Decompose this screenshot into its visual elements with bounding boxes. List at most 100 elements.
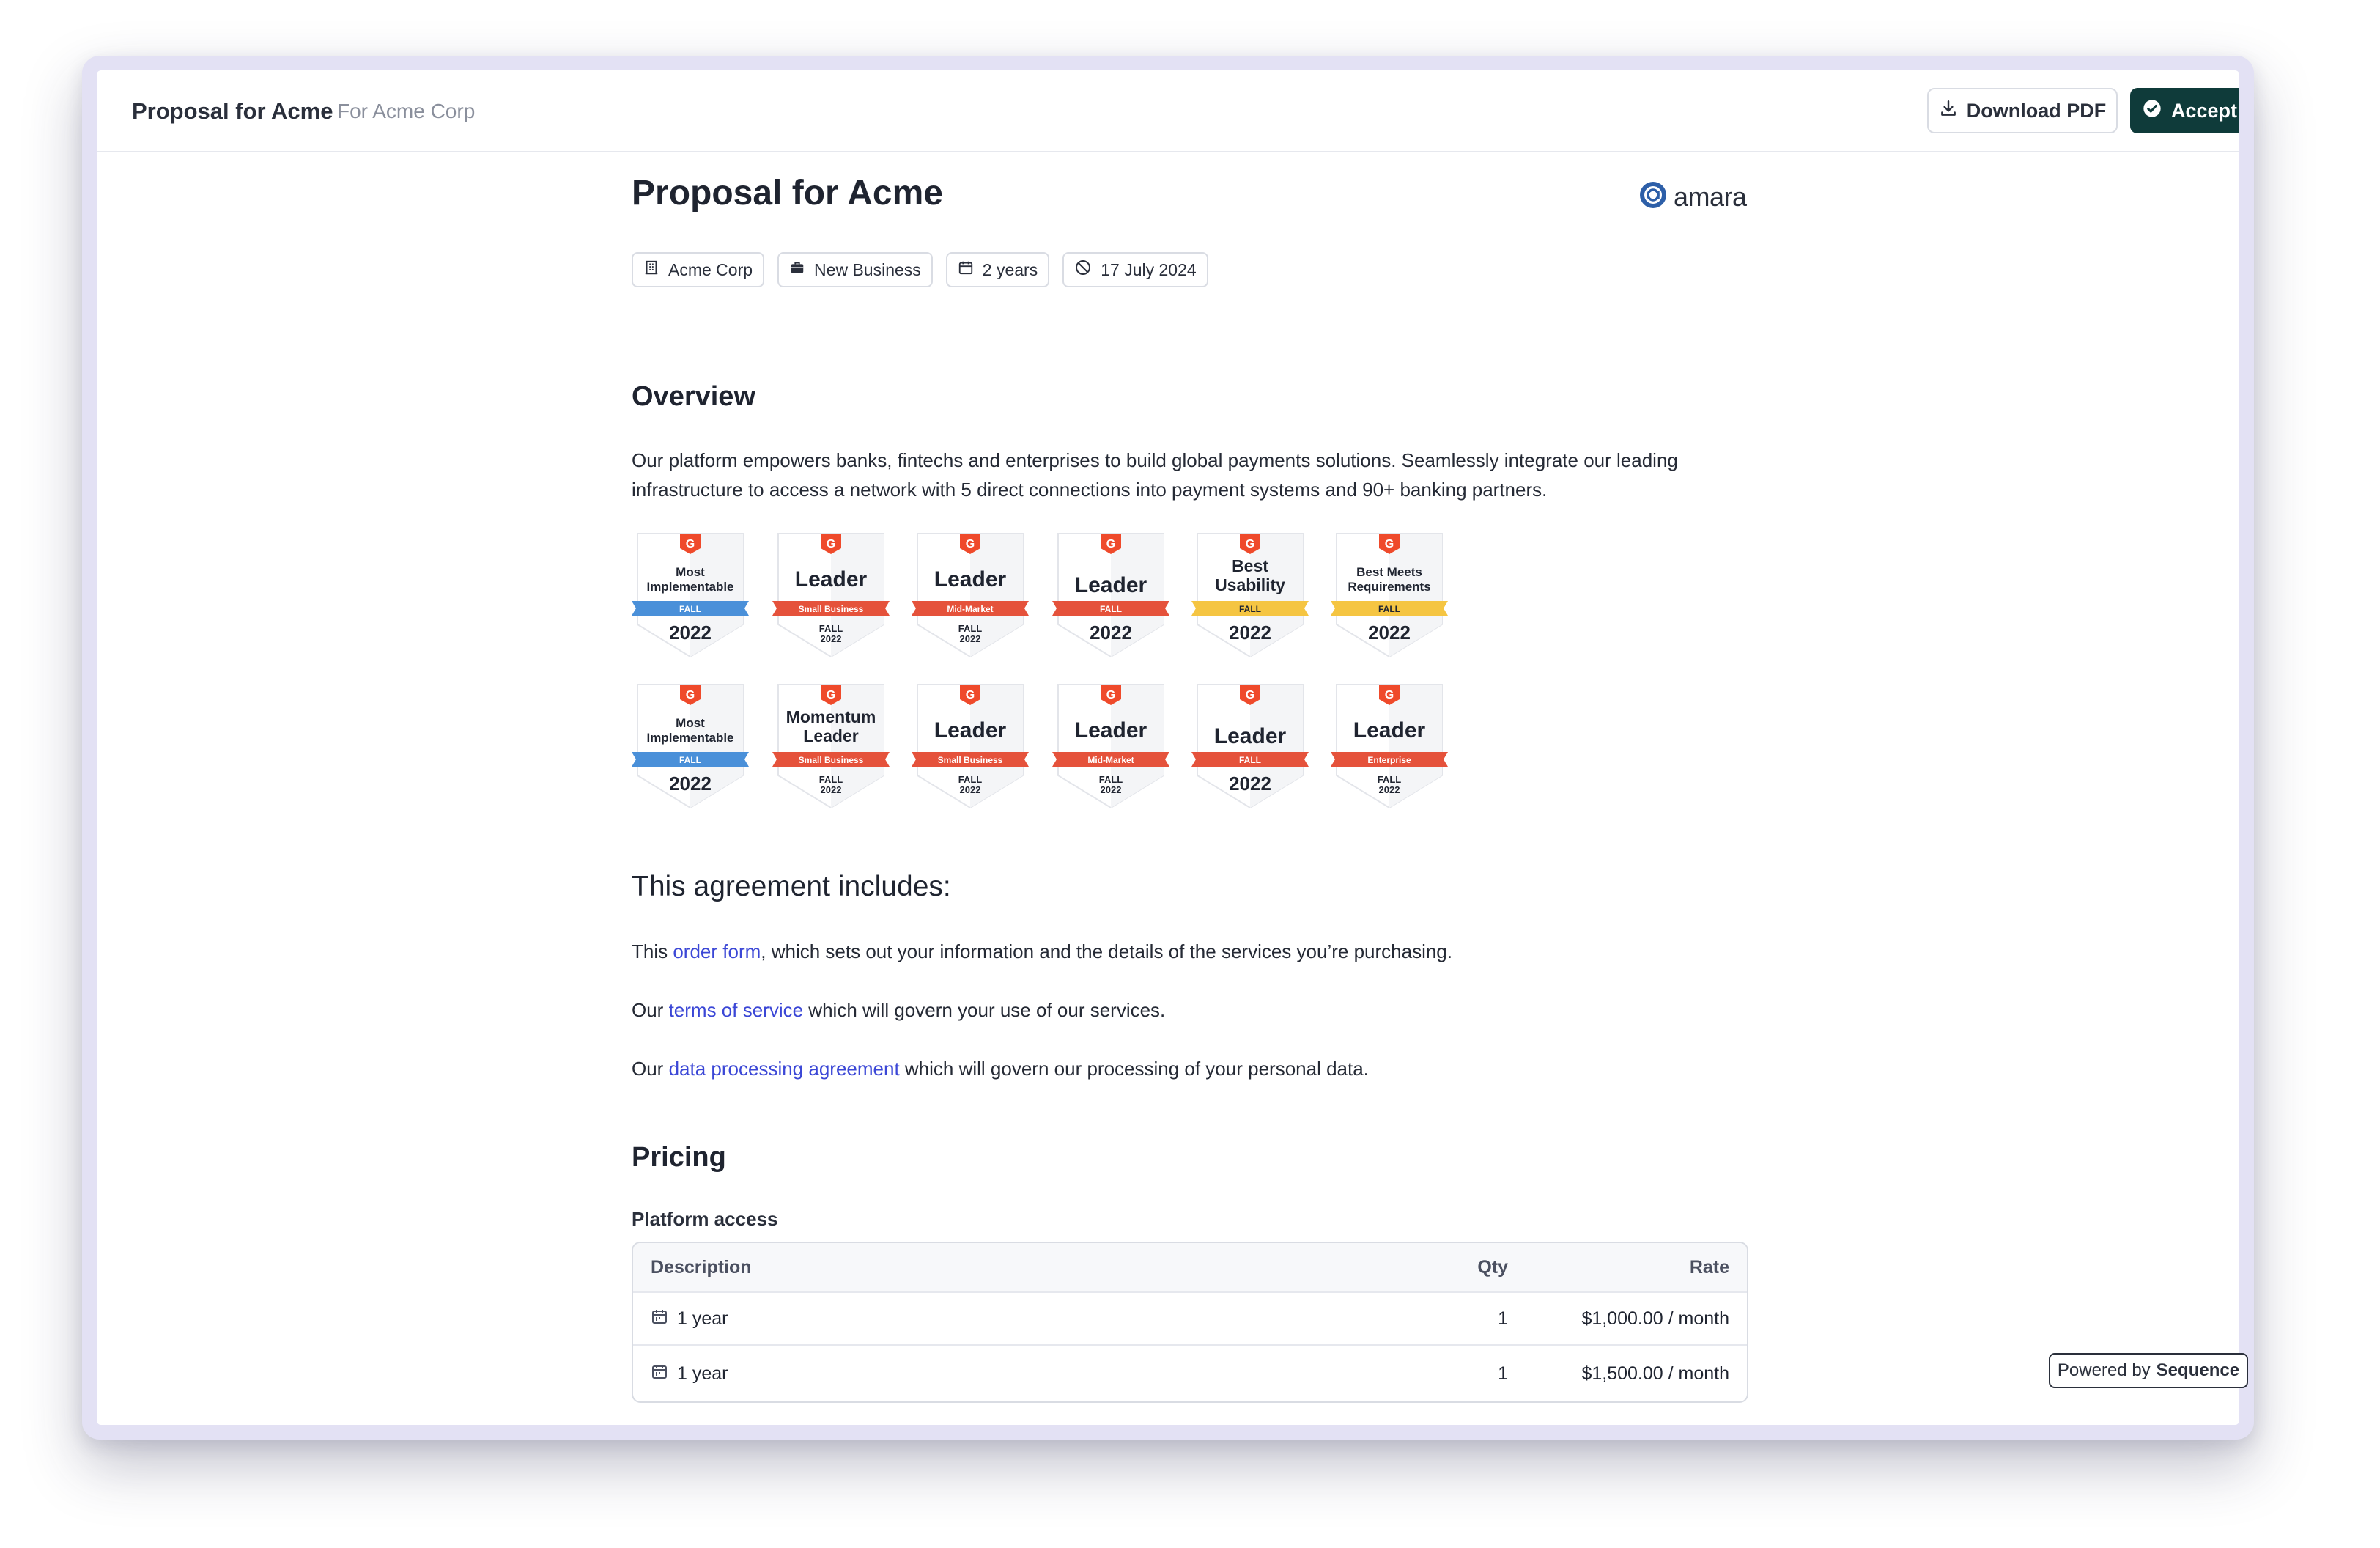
company-logo: amara xyxy=(1638,180,1747,213)
badge-title: Leader xyxy=(934,718,1007,742)
badge-season: FALL xyxy=(819,623,843,634)
overview-text: Our platform empowers banks, fintechs an… xyxy=(632,449,1678,501)
tag-row: Acme Corp New Business 2 years 17 July 2… xyxy=(632,252,1208,287)
badge-title: Leader xyxy=(1075,718,1148,742)
g2-badge: G Best Meets Requirements FALL 2022 xyxy=(1331,531,1448,663)
svg-text:G: G xyxy=(827,689,835,701)
badge-title: Leader xyxy=(1075,573,1148,597)
row-description: 1 year xyxy=(651,1363,728,1385)
download-pdf-label: Download PDF xyxy=(1966,99,2107,122)
header-title: Proposal for Acme xyxy=(132,98,333,124)
g2-badge: G Momentum Leader Small Business FALL 2022 xyxy=(772,682,890,814)
badge-year: 2022 xyxy=(1368,622,1411,644)
badge-year: 2022 xyxy=(669,622,712,644)
pricing-section-label: Platform access xyxy=(632,1208,778,1230)
calendar-icon xyxy=(958,259,974,280)
powered-by-sequence-link[interactable]: Powered by Sequence xyxy=(2049,1353,2248,1388)
badge-ribbon-text: Small Business xyxy=(799,604,864,614)
svg-text:G: G xyxy=(1246,689,1254,701)
badge-year: 2022 xyxy=(1229,622,1271,644)
agreement-item-prefix: Our xyxy=(632,1058,669,1080)
badge-title: Leader xyxy=(803,726,858,745)
tag-duration: 2 years xyxy=(945,252,1050,287)
svg-text:G: G xyxy=(1385,538,1394,550)
g2-badge: G Most Implementable FALL 2022 xyxy=(632,531,749,663)
badge-title: Leader xyxy=(795,567,868,591)
agreement-item-suffix: which will govern your use of our servic… xyxy=(803,999,1166,1021)
badge-ribbon-text: Mid-Market xyxy=(947,604,993,614)
row-description: 1 year xyxy=(651,1308,728,1330)
badge-title: Implementable xyxy=(646,580,733,594)
pricing-heading: Pricing xyxy=(632,1142,726,1173)
agreement-item-dpa: Our data processing agreement which will… xyxy=(632,1054,1745,1083)
tag-label: New Business xyxy=(814,259,921,279)
document-title: Proposal for Acme xyxy=(632,174,943,213)
terms-of-service-link[interactable]: terms of service xyxy=(669,999,804,1021)
badge-title: Momentum xyxy=(786,707,876,726)
svg-text:G: G xyxy=(1106,689,1115,701)
column-header-qty: Qty xyxy=(1477,1256,1508,1278)
download-pdf-button[interactable]: Download PDF xyxy=(1927,88,2118,133)
tag-label: 17 July 2024 xyxy=(1101,259,1197,279)
svg-text:G: G xyxy=(1385,689,1394,701)
tag-label: 2 years xyxy=(982,259,1038,279)
download-icon xyxy=(1939,99,1958,123)
pricing-table: Description Qty Rate 1 year 1 $1,000.00 … xyxy=(632,1242,1748,1403)
overview-heading: Overview xyxy=(632,381,755,412)
table-row: 1 year 1 $1,500.00 / month xyxy=(633,1347,1747,1400)
g2-badge: G Leader FALL 2022 xyxy=(1052,531,1169,663)
g2-badge: G Best Usability FALL 2022 xyxy=(1191,531,1309,663)
badge-season: FALL xyxy=(1378,774,1402,785)
accept-label: Accept xyxy=(2170,99,2238,122)
row-rate: $1,000.00 / month xyxy=(1581,1308,1729,1329)
header-subtitle: For Acme Corp xyxy=(337,100,476,122)
tag-label: Acme Corp xyxy=(668,259,753,279)
agreement-item-terms: Our terms of service which will govern y… xyxy=(632,995,1745,1025)
badge-title: Requirements xyxy=(1348,580,1430,594)
agreement-item-order-form: This order form, which sets out your inf… xyxy=(632,937,1745,966)
badge-title: Usability xyxy=(1215,575,1285,594)
badge-title: Most xyxy=(676,716,705,730)
badge-year: 2022 xyxy=(1229,773,1271,795)
badge-season: FALL xyxy=(958,774,983,785)
order-form-link[interactable]: order form xyxy=(673,940,761,962)
agreement-item-prefix: This xyxy=(632,940,673,962)
badge-year: 2022 xyxy=(1101,784,1122,795)
badge-title: Leader xyxy=(1353,718,1426,742)
badge-title: Most xyxy=(676,565,705,579)
amara-logo-icon xyxy=(1638,180,1668,213)
g2-badge: G Leader Mid-Market FALL 2022 xyxy=(1052,682,1169,814)
svg-text:G: G xyxy=(966,538,975,550)
g2-badge: G Leader Enterprise FALL 2022 xyxy=(1331,682,1448,814)
badge-ribbon-text: FALL xyxy=(679,604,701,614)
badge-year: 2022 xyxy=(821,784,842,795)
agreement-heading: This agreement includes: xyxy=(632,871,951,902)
briefcase-icon xyxy=(789,259,805,280)
g2-badge: G Leader Mid-Market FALL 2022 xyxy=(912,531,1029,663)
badge-year: 2022 xyxy=(821,633,842,644)
row-description-text: 1 year xyxy=(677,1363,728,1384)
badge-ribbon-text: FALL xyxy=(1239,604,1261,614)
data-processing-agreement-link[interactable]: data processing agreement xyxy=(669,1058,900,1080)
top-bar: Proposal for Acme For Acme Corp Download… xyxy=(97,70,2239,152)
building-icon xyxy=(643,259,659,280)
table-row: 1 year 1 $1,000.00 / month xyxy=(633,1293,1747,1346)
accept-button[interactable]: Accept xyxy=(2130,88,2239,133)
badge-title: Best Meets xyxy=(1356,565,1422,579)
column-header-description: Description xyxy=(651,1256,752,1278)
g2-badge: G Leader Small Business FALL 2022 xyxy=(912,682,1029,814)
g2-badge: G Most Implementable FALL 2022 xyxy=(632,682,749,814)
badge-ribbon-text: Small Business xyxy=(799,755,864,765)
badge-year: 2022 xyxy=(669,773,712,795)
badge-ribbon-text: FALL xyxy=(1239,755,1261,765)
calendar-icon xyxy=(651,1363,668,1385)
badge-title: Leader xyxy=(934,567,1007,591)
tag-deal-type: New Business xyxy=(777,252,933,287)
agreement-item-prefix: Our xyxy=(632,999,669,1021)
agreement-item-suffix: , which sets out your information and th… xyxy=(761,940,1452,962)
badge-ribbon-text: FALL xyxy=(1100,604,1122,614)
svg-text:G: G xyxy=(686,689,695,701)
svg-text:G: G xyxy=(827,538,835,550)
tag-expiry-date: 17 July 2024 xyxy=(1062,252,1208,287)
svg-text:G: G xyxy=(1246,538,1254,550)
